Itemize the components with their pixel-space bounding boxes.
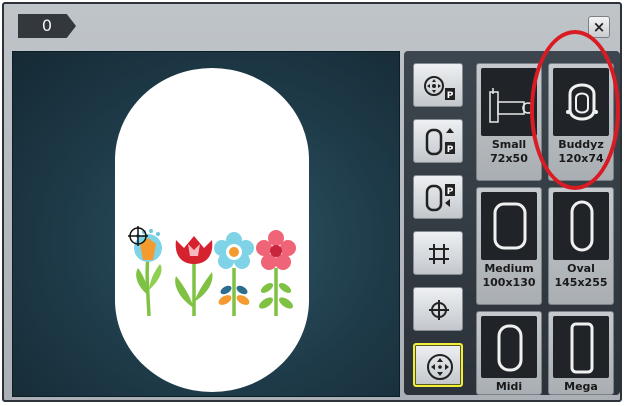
- title-bar: 0 ×: [4, 4, 620, 48]
- midi-hoop-icon: [497, 324, 523, 372]
- grid-button[interactable]: [413, 231, 463, 275]
- flower-design: [128, 226, 296, 317]
- hoop-selection-window: 0 × P P P Small 72x50 Buddyz 120x74 Medi…: [2, 2, 622, 402]
- move-to-park-icon: P: [424, 76, 455, 101]
- hoop-name: Small: [491, 138, 527, 151]
- center-button[interactable]: [413, 287, 463, 331]
- move-design-to-park-button[interactable]: P: [413, 63, 463, 107]
- hoop-size: 72x50: [490, 152, 528, 165]
- flower-3: [214, 232, 254, 316]
- flower-4: [256, 230, 296, 316]
- hoop-name: Buddyz: [558, 138, 604, 151]
- hoop-park-up-icon: P: [425, 128, 455, 156]
- svg-text:P: P: [447, 145, 454, 155]
- buddyz-hoop-icon: [566, 83, 598, 121]
- hoop-option-medium[interactable]: Medium 100x130: [476, 187, 542, 305]
- hoop-image: [481, 68, 537, 136]
- hoop-image: [481, 192, 537, 260]
- hoop-name: Oval: [567, 262, 595, 275]
- svg-text:P: P: [447, 187, 454, 197]
- move-hoop-icon: [427, 354, 453, 380]
- move-hoop-button[interactable]: [413, 343, 463, 387]
- hoop-name: Mega: [564, 380, 598, 393]
- oval-hoop-icon: [570, 200, 594, 252]
- hoop-name: Midi: [495, 380, 523, 393]
- hoop-option-midi[interactable]: Midi: [476, 311, 542, 395]
- hoop-size: 100x130: [482, 276, 536, 289]
- hoop-name: Medium: [484, 262, 534, 275]
- medium-hoop-icon: [493, 202, 527, 250]
- hoop-image: [553, 192, 609, 260]
- hoop-indicator-icon: 0: [18, 14, 76, 38]
- hoop-option-small[interactable]: Small 72x50: [476, 63, 542, 181]
- hoop-option-oval[interactable]: Oval 145x255: [548, 187, 614, 305]
- hoop-park-left-icon: P: [425, 184, 455, 212]
- small-hoop-icon: [489, 88, 534, 123]
- hoop-park-left-button[interactable]: P: [413, 175, 463, 219]
- hoop-image: [553, 68, 609, 136]
- hoop-image: [553, 316, 609, 378]
- svg-text:P: P: [447, 91, 454, 101]
- hoop-image: [481, 316, 537, 378]
- crosshair-icon: [429, 300, 449, 320]
- hoop-tools-panel: P P P Small 72x50 Buddyz 120x74 Medium 1…: [404, 51, 620, 395]
- hoop-park-up-button[interactable]: P: [413, 119, 463, 163]
- flower-2: [175, 236, 213, 316]
- hoop-option-buddyz[interactable]: Buddyz 120x74: [548, 63, 614, 181]
- hoop-size: 120x74: [558, 152, 604, 165]
- close-button[interactable]: ×: [588, 16, 610, 38]
- hoop-option-mega[interactable]: Mega: [548, 311, 614, 395]
- grid-icon: [429, 244, 449, 264]
- hoop-size: 145x255: [554, 276, 608, 289]
- mega-hoop-icon: [570, 322, 594, 374]
- embroidery-preview-area: [12, 51, 400, 397]
